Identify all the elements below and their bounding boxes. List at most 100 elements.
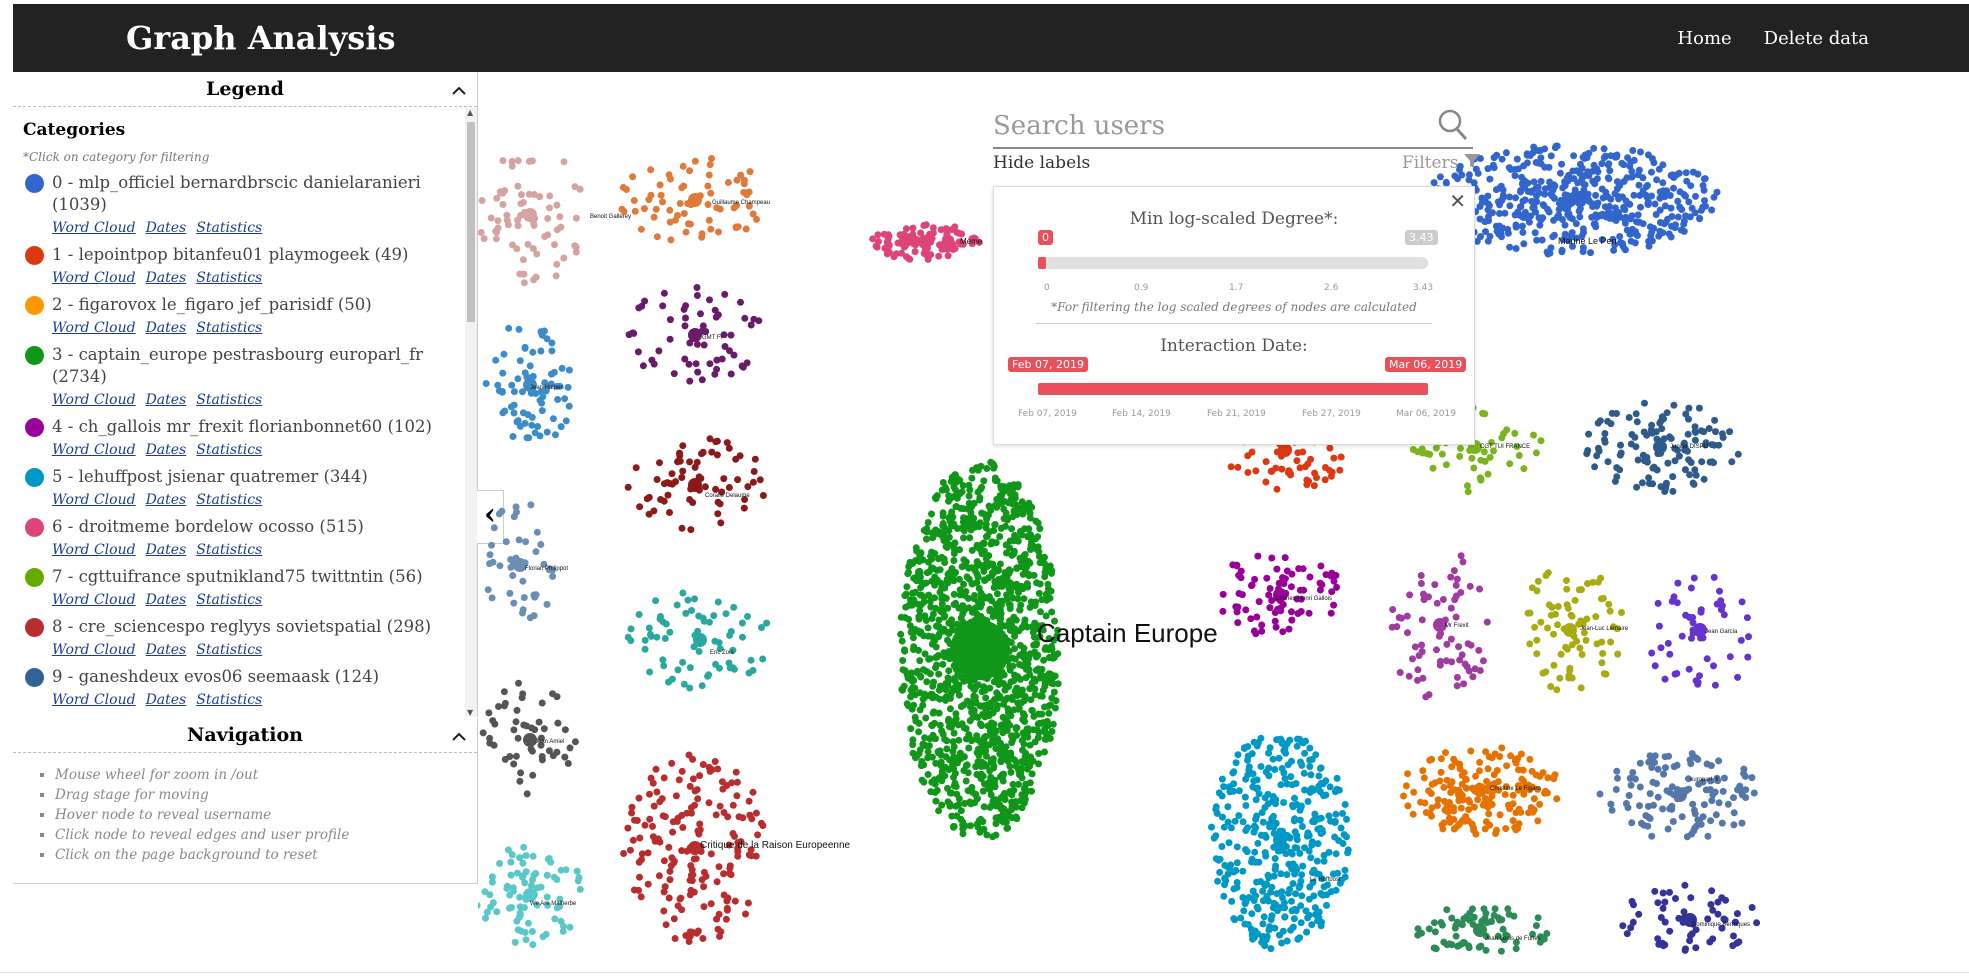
graph-node[interactable] — [516, 777, 524, 785]
graph-node[interactable] — [1258, 627, 1266, 635]
graph-node[interactable] — [1422, 693, 1430, 701]
graph-node[interactable] — [1698, 458, 1706, 466]
graph-node[interactable] — [666, 876, 674, 884]
graph-node[interactable] — [1515, 165, 1522, 173]
statistics-link[interactable]: Statistics — [196, 442, 262, 458]
graph-node[interactable] — [1231, 817, 1239, 825]
graph-node[interactable] — [486, 734, 494, 742]
graph-node[interactable] — [1630, 901, 1637, 909]
graph-node[interactable] — [1332, 850, 1340, 858]
graph-node[interactable] — [980, 702, 988, 710]
graph-node[interactable] — [976, 603, 984, 611]
graph-node[interactable] — [1520, 465, 1528, 473]
graph-node[interactable] — [516, 893, 524, 901]
graph-node[interactable] — [529, 941, 537, 949]
graph-node[interactable] — [1604, 458, 1612, 466]
graph-node[interactable] — [935, 807, 943, 815]
graph-node[interactable] — [938, 600, 946, 608]
graph-node[interactable] — [752, 809, 760, 817]
graph-node[interactable] — [924, 748, 932, 756]
graph-node[interactable] — [748, 815, 756, 823]
graph-node[interactable] — [1242, 775, 1250, 783]
graph-node[interactable] — [649, 822, 656, 830]
graph-node[interactable] — [1301, 844, 1308, 852]
graph-node[interactable] — [660, 662, 668, 670]
graph-node[interactable] — [531, 429, 539, 437]
graph-node[interactable] — [514, 182, 522, 190]
graph-node[interactable] — [698, 376, 706, 384]
graph-node[interactable] — [698, 876, 706, 884]
graph-node[interactable] — [1547, 611, 1555, 619]
graph-node[interactable] — [694, 927, 702, 935]
graph-node[interactable] — [996, 616, 1004, 624]
graph-node[interactable] — [1619, 240, 1627, 247]
graph-node[interactable] — [1026, 671, 1034, 678]
graph-node[interactable] — [965, 744, 973, 752]
graph-node[interactable] — [1306, 573, 1314, 581]
graph-node[interactable] — [959, 825, 967, 833]
graph-node[interactable] — [545, 747, 553, 755]
graph-node[interactable] — [705, 216, 713, 224]
graph-node[interactable] — [1244, 824, 1252, 832]
graph-node[interactable] — [573, 867, 581, 875]
graph-node[interactable] — [936, 721, 944, 729]
graph-node[interactable] — [1591, 180, 1599, 188]
graph-node[interactable] — [660, 907, 668, 915]
graph-node[interactable] — [1320, 851, 1328, 859]
graph-node[interactable] — [1483, 618, 1491, 626]
graph-node[interactable] — [725, 444, 733, 452]
graph-node[interactable] — [933, 566, 941, 574]
graph-node[interactable] — [1261, 794, 1269, 802]
graph-node[interactable] — [1664, 825, 1672, 833]
graph-node[interactable] — [907, 725, 915, 733]
graph-node[interactable] — [704, 201, 712, 208]
graph-node[interactable] — [1257, 763, 1265, 770]
graph-node[interactable] — [526, 614, 534, 622]
graph-node[interactable] — [977, 721, 985, 729]
graph-node[interactable] — [679, 442, 687, 450]
graph-node[interactable] — [1234, 619, 1242, 627]
graph-node[interactable] — [1690, 480, 1698, 488]
graph-node[interactable] — [1648, 228, 1656, 236]
graph-node[interactable] — [1008, 525, 1016, 533]
graph-node[interactable] — [1687, 760, 1695, 768]
graph-node[interactable] — [679, 658, 687, 666]
graph-node[interactable] — [1242, 898, 1250, 906]
graph-node[interactable] — [689, 499, 697, 506]
graph-node[interactable] — [684, 220, 692, 228]
graph-node[interactable] — [920, 778, 928, 786]
graph-node[interactable] — [946, 705, 954, 713]
graph-node[interactable] — [983, 532, 991, 540]
graph-node[interactable] — [666, 628, 674, 636]
graph-node[interactable] — [950, 729, 958, 737]
graph-node[interactable] — [705, 763, 713, 771]
graph-node[interactable] — [503, 216, 511, 224]
graph-node[interactable] — [1531, 623, 1539, 631]
graph-node[interactable] — [950, 483, 958, 491]
word-cloud-link[interactable]: Word Cloud — [52, 642, 136, 658]
graph-node[interactable] — [725, 659, 733, 667]
graph-node[interactable] — [1331, 788, 1339, 796]
graph-node[interactable] — [988, 538, 996, 546]
graph-node[interactable] — [1594, 419, 1602, 427]
graph-node[interactable] — [656, 459, 663, 467]
graph-node[interactable] — [1720, 774, 1728, 782]
graph-node[interactable] — [746, 168, 754, 176]
graph-node[interactable] — [742, 910, 749, 918]
graph-node[interactable] — [1288, 608, 1295, 616]
graph-node[interactable] — [1625, 792, 1633, 799]
graph-node[interactable] — [1507, 165, 1515, 173]
graph-node[interactable] — [1610, 246, 1618, 254]
graph-node[interactable] — [980, 567, 988, 575]
graph-node[interactable] — [940, 245, 948, 253]
graph-node[interactable] — [968, 522, 976, 530]
graph-node[interactable] — [980, 547, 988, 555]
graph-node[interactable] — [1472, 772, 1480, 780]
graph-node[interactable] — [508, 904, 516, 911]
statistics-link[interactable]: Statistics — [196, 592, 262, 608]
graph-node[interactable] — [1426, 450, 1434, 458]
graph-node[interactable] — [1317, 814, 1325, 822]
dates-link[interactable]: Dates — [146, 492, 187, 508]
graph-node[interactable] — [1274, 605, 1282, 613]
graph-node[interactable] — [1248, 582, 1255, 590]
